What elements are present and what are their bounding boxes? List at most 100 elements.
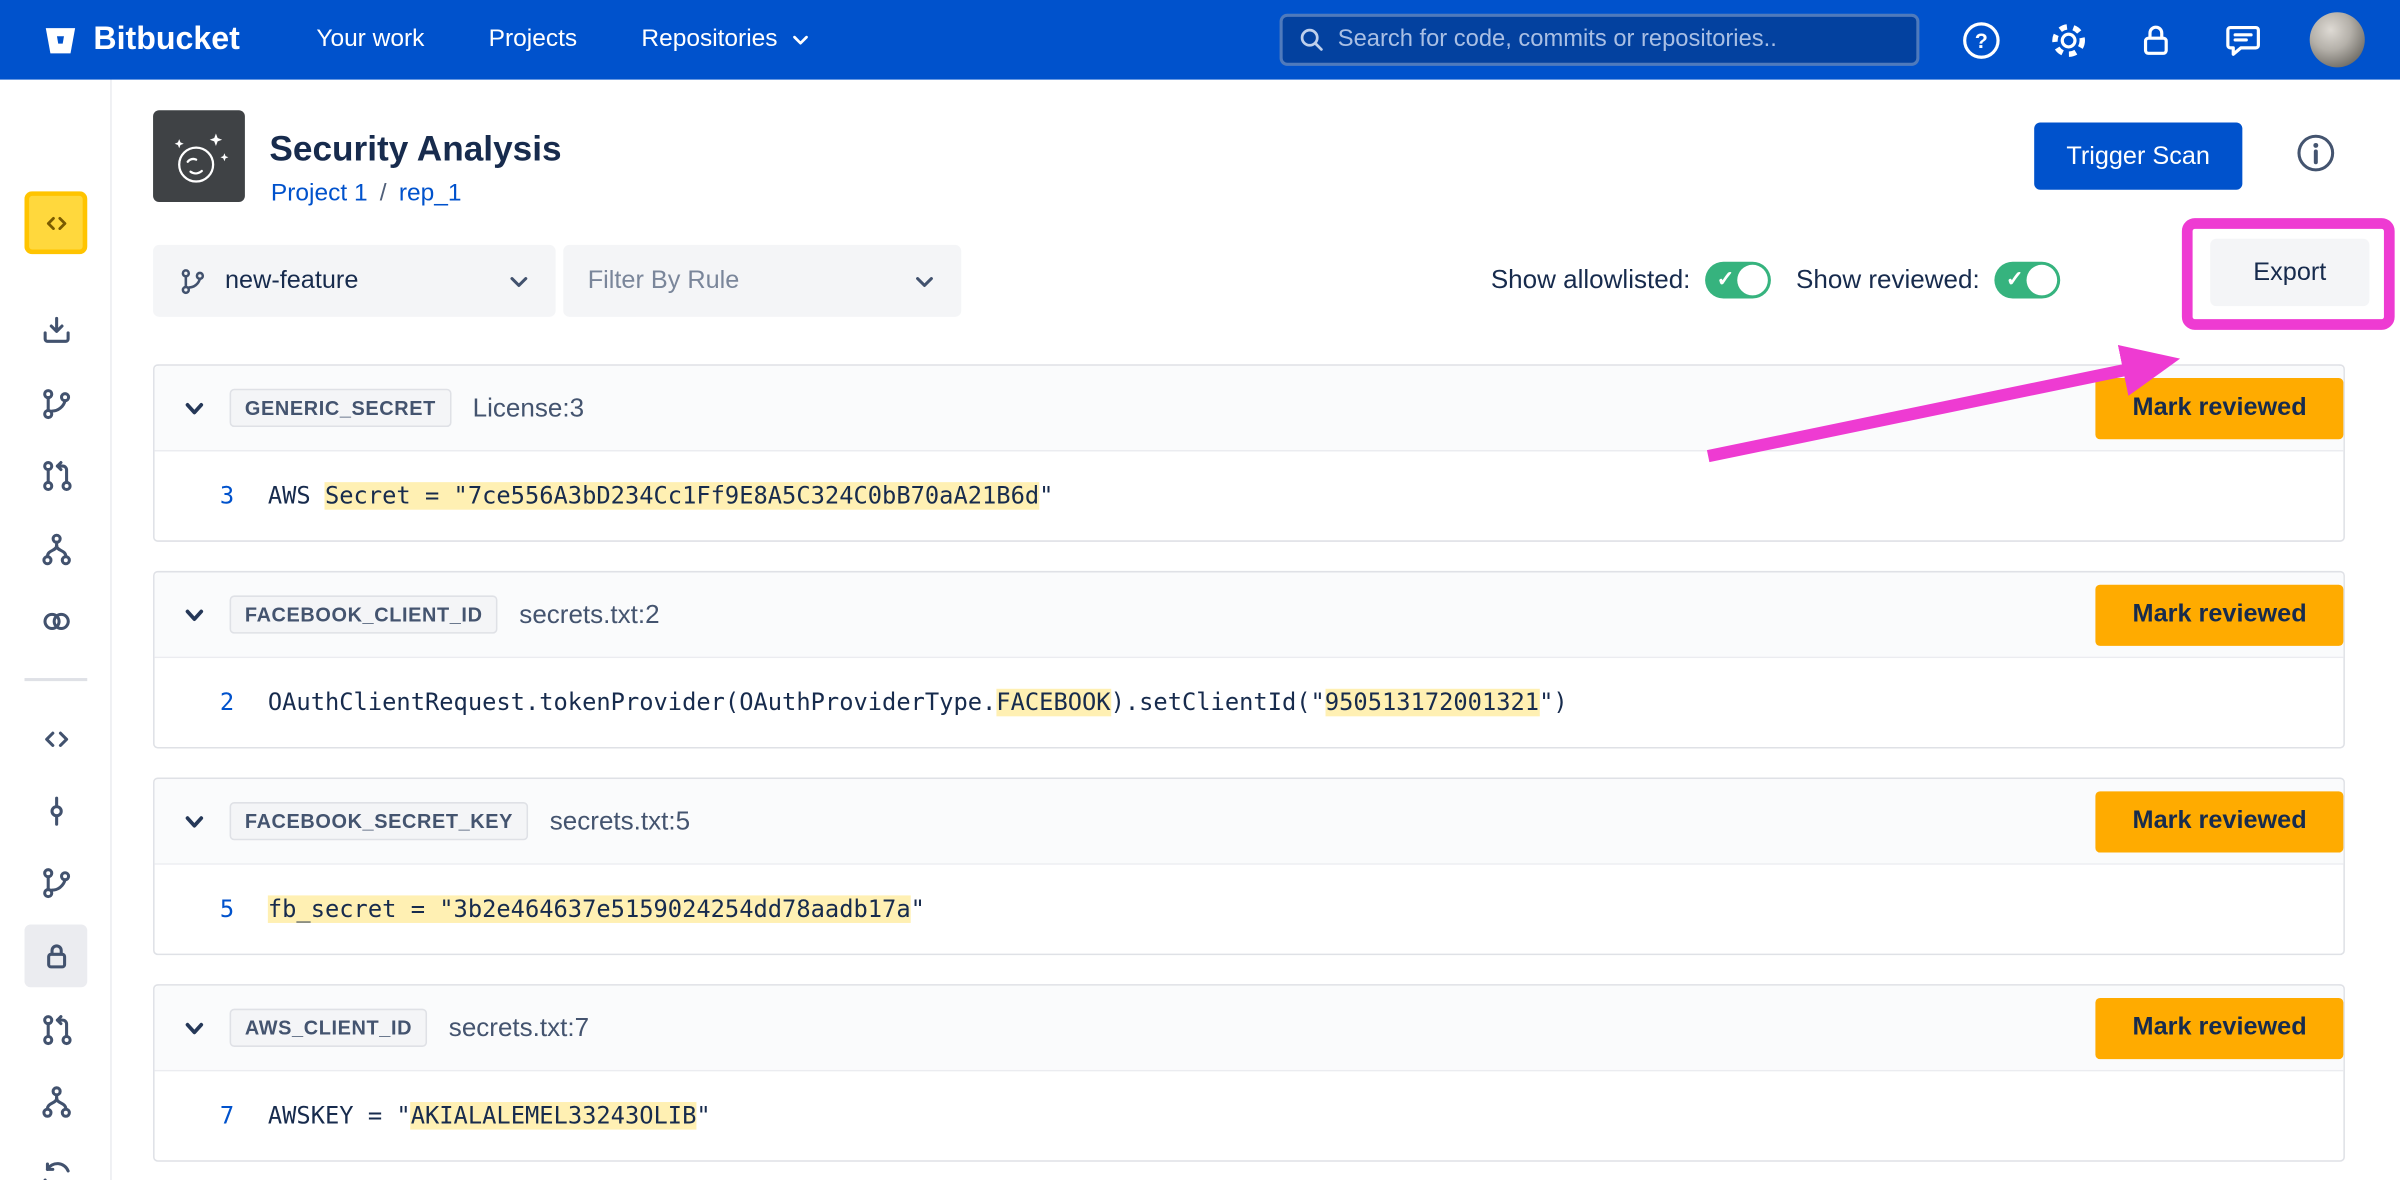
primary-nav: Your work Projects Repositories [316, 26, 811, 54]
sidebar-item-pull-requests[interactable] [24, 444, 87, 507]
branch-icon [37, 864, 74, 901]
finding-location: secrets.txt:7 [449, 1012, 2075, 1043]
sidebar-divider [24, 678, 87, 681]
collapse-chevron-icon[interactable] [181, 1014, 209, 1042]
settings-gear-icon[interactable] [2048, 19, 2089, 60]
mark-reviewed-button[interactable]: Mark reviewed [2096, 584, 2344, 645]
finding-card-header: AWS_CLIENT_ID secrets.txt:7 Mark reviewe… [155, 986, 2344, 1072]
code-line: fb_secret = "3b2e464637e5159024254dd78aa… [268, 895, 925, 923]
code-line: AWSKEY = "AKIALALEMEL33243OLIB" [268, 1102, 711, 1130]
finding-location: License:3 [473, 393, 2075, 424]
finding-card: GENERIC_SECRET License:3 Mark reviewed 3… [153, 364, 2345, 542]
show-allowlisted-label: Show allowlisted: [1491, 265, 1691, 296]
download-icon [37, 311, 74, 348]
breadcrumb-repo-link[interactable]: rep_1 [399, 181, 462, 209]
branch-icon [37, 385, 74, 422]
mark-reviewed-button[interactable]: Mark reviewed [2096, 791, 2344, 852]
rule-filter-selector[interactable]: Filter By Rule [563, 245, 961, 317]
branch-icon [178, 266, 209, 297]
code-icon [37, 720, 74, 757]
sidebar-item-downloads[interactable] [24, 298, 87, 361]
pull-request-icon [37, 1011, 74, 1048]
finding-code-row: 2 OAuthClientRequest.tokenProvider(OAuth… [155, 658, 2344, 747]
show-reviewed-label: Show reviewed: [1796, 265, 1980, 296]
toggle-knob [1738, 265, 1769, 296]
rule-badge: FACEBOOK_SECRET_KEY [230, 802, 529, 840]
fork-icon [37, 530, 74, 567]
nav-repositories[interactable]: Repositories [641, 26, 811, 54]
avatar-art-icon [162, 119, 235, 192]
finding-card: AWS_CLIENT_ID secrets.txt:7 Mark reviewe… [153, 984, 2345, 1162]
sidebar-item-security[interactable] [24, 924, 87, 987]
info-icon[interactable] [2294, 132, 2337, 175]
sidebar-item-deployments[interactable] [24, 589, 87, 652]
toggle-knob [2027, 265, 2058, 296]
code-line: OAuthClientRequest.tokenProvider(OAuthPr… [268, 689, 1568, 717]
show-allowlisted-toggle[interactable]: ✓ [1706, 262, 1772, 299]
sidebar-item-forks[interactable] [24, 1070, 87, 1133]
lock-icon[interactable] [2135, 19, 2176, 60]
branch-selector-value: new-feature [225, 266, 490, 295]
branch-selector[interactable]: new-feature [153, 245, 556, 317]
sidebar-item-pull-requests-2[interactable] [24, 998, 87, 1061]
finding-location: secrets.txt:2 [519, 599, 2074, 630]
show-reviewed-toggle[interactable]: ✓ [1995, 262, 2061, 299]
code-icon [41, 207, 72, 238]
bitbucket-mark-icon [41, 21, 79, 59]
finding-card-header: FACEBOOK_SECRET_KEY secrets.txt:5 Mark r… [155, 779, 2344, 865]
nav-projects[interactable]: Projects [489, 26, 577, 54]
fork-icon [37, 1083, 74, 1120]
help-icon[interactable]: ? [1961, 19, 2002, 60]
lock-icon [37, 937, 74, 974]
mark-reviewed-button[interactable]: Mark reviewed [2096, 377, 2344, 438]
check-icon: ✓ [2006, 266, 2024, 292]
finding-card: FACEBOOK_CLIENT_ID secrets.txt:2 Mark re… [153, 571, 2345, 749]
breadcrumb-project-link[interactable]: Project 1 [271, 181, 368, 209]
toggle-group: Show allowlisted: ✓ Show reviewed: ✓ [1491, 248, 2061, 312]
collapse-chevron-icon[interactable] [181, 601, 209, 629]
svg-text:?: ? [1975, 28, 1988, 52]
finding-card-header: GENERIC_SECRET License:3 Mark reviewed [155, 366, 2344, 452]
repository-avatar[interactable] [24, 191, 87, 254]
chevron-down-icon [507, 269, 531, 293]
rule-badge: GENERIC_SECRET [230, 389, 452, 427]
mark-reviewed-button[interactable]: Mark reviewed [2096, 997, 2344, 1058]
collapse-chevron-icon[interactable] [181, 807, 209, 835]
top-navigation: Bitbucket Your work Projects Repositorie… [0, 0, 2400, 80]
feedback-icon[interactable] [2222, 19, 2263, 60]
chevron-down-icon [790, 29, 811, 50]
nav-your-work[interactable]: Your work [316, 26, 424, 54]
line-number: 3 [179, 482, 234, 510]
finding-code-row: 3 AWS Secret = "7ce556A3bD234Cc1Ff9E8A5C… [155, 452, 2344, 541]
export-button[interactable]: Export [2210, 239, 2369, 306]
trigger-scan-button[interactable]: Trigger Scan [2034, 122, 2242, 189]
repository-sidebar [0, 80, 112, 1180]
collapse-chevron-icon[interactable] [181, 394, 209, 422]
rule-filter-placeholder: Filter By Rule [588, 266, 896, 295]
sync-icon [37, 1156, 74, 1180]
rings-icon [37, 602, 74, 639]
bitbucket-logo[interactable]: Bitbucket [41, 21, 240, 59]
findings-list: GENERIC_SECRET License:3 Mark reviewed 3… [153, 364, 2345, 1180]
search-icon [1298, 26, 1326, 54]
commit-icon [37, 792, 74, 829]
sidebar-item-sync[interactable] [24, 1143, 87, 1180]
user-avatar[interactable] [2310, 12, 2365, 67]
line-number: 5 [179, 895, 234, 923]
sidebar-item-branches-2[interactable] [24, 851, 87, 914]
chevron-down-icon [912, 269, 936, 293]
breadcrumb: Project 1 / rep_1 [271, 181, 462, 209]
breadcrumb-separator: / [380, 181, 387, 209]
sidebar-item-commits[interactable] [24, 779, 87, 842]
search-input[interactable] [1338, 26, 1901, 54]
check-icon: ✓ [1716, 266, 1734, 292]
sidebar-item-pipelines[interactable] [24, 517, 87, 580]
sidebar-item-source[interactable] [24, 707, 87, 770]
nav-utility-icons: ? [1961, 0, 2365, 80]
finding-code-row: 7 AWSKEY = "AKIALALEMEL33243OLIB" [155, 1071, 2344, 1160]
global-search[interactable] [1280, 14, 1920, 66]
sidebar-item-branches[interactable] [24, 372, 87, 435]
finding-code-row: 5 fb_secret = "3b2e464637e5159024254dd78… [155, 865, 2344, 954]
brand-text: Bitbucket [93, 21, 239, 58]
bitbucket-app: Bitbucket Your work Projects Repositorie… [0, 0, 2400, 1180]
